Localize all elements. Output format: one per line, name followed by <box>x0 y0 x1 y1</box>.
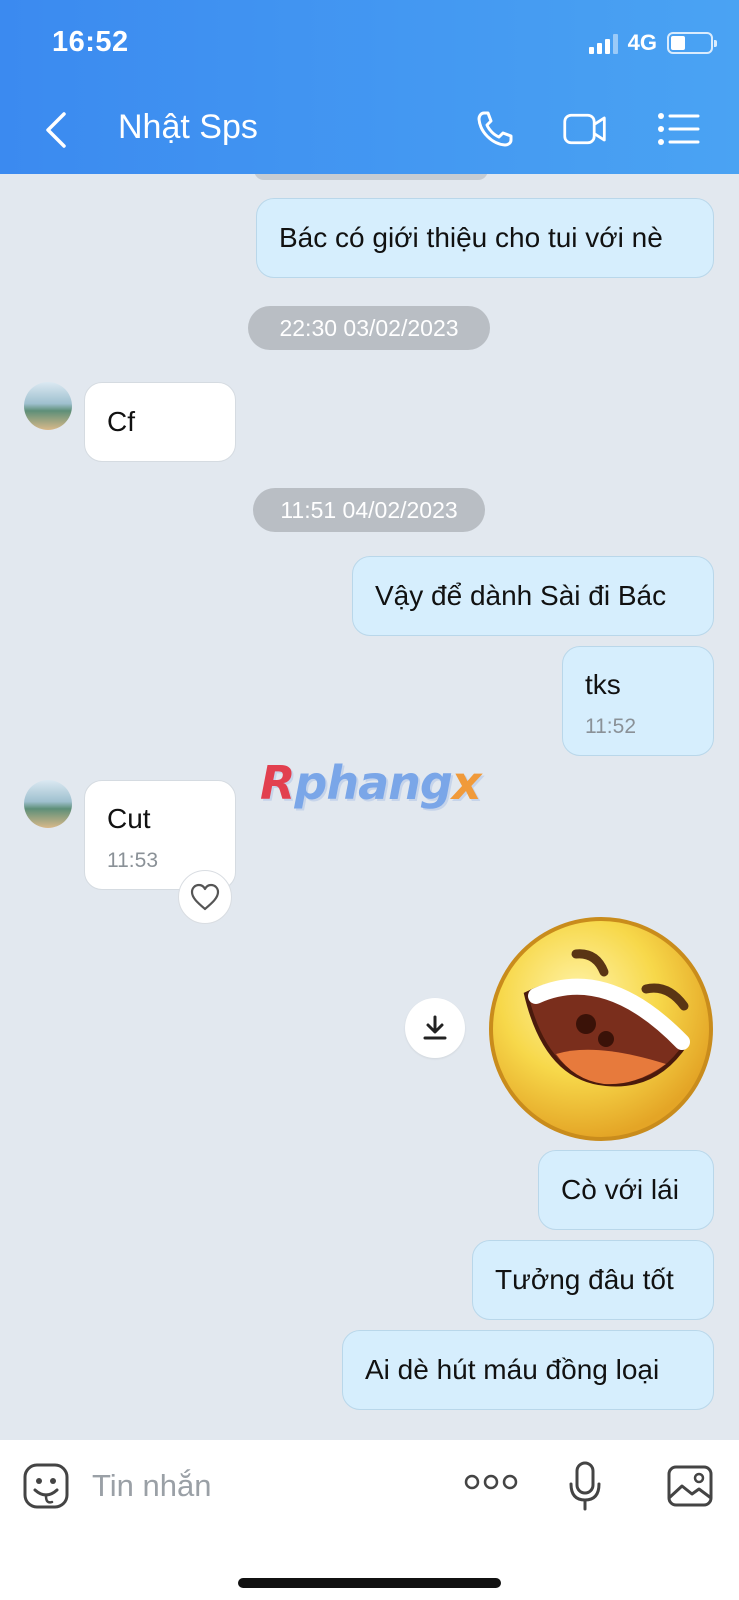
image-icon[interactable] <box>666 1464 714 1508</box>
home-indicator[interactable] <box>238 1578 501 1588</box>
avatar[interactable] <box>24 780 72 828</box>
message-list[interactable]: Bác có giới thiệu cho tui với nè 22:30 0… <box>0 174 739 1440</box>
chat-title[interactable]: Nhật Sps <box>118 108 258 147</box>
message-bubble[interactable]: Bác có giới thiệu cho tui với nè <box>256 198 714 278</box>
message-bubble[interactable]: tks 11:52 <box>562 646 714 756</box>
message-text: Vậy để dành Sài đi Bác <box>375 580 667 611</box>
message-input[interactable] <box>92 1464 432 1508</box>
message-bubble[interactable]: Cò với lái <box>538 1150 714 1230</box>
timestamp-pill-partial <box>254 174 488 180</box>
message-bubble[interactable]: Ai dè hút máu đồng loại <box>342 1330 714 1410</box>
back-button[interactable] <box>40 110 76 150</box>
heart-icon <box>190 883 220 911</box>
message-text: Ai dè hút máu đồng loại <box>365 1354 660 1385</box>
timestamp-pill: 11:51 04/02/2023 <box>253 488 485 532</box>
message-time: 11:52 <box>585 715 636 738</box>
message-bubble[interactable]: Cf <box>84 382 236 462</box>
message-text: Cut <box>107 803 151 834</box>
status-time: 16:52 <box>52 26 129 58</box>
status-indicators: 4G <box>588 30 717 56</box>
message-text: Bác có giới thiệu cho tui với nè <box>279 222 663 253</box>
message-text: tks <box>585 669 621 700</box>
battery-icon <box>667 32 717 54</box>
microphone-icon[interactable] <box>568 1460 602 1512</box>
react-heart-button[interactable] <box>178 870 232 924</box>
signal-icon <box>588 32 618 54</box>
message-time: 11:53 <box>107 849 158 872</box>
avatar[interactable] <box>24 382 72 430</box>
video-camera-icon[interactable] <box>562 108 608 150</box>
chat-header: 16:52 4G Nhật Sps <box>0 0 739 174</box>
message-text: Cf <box>107 406 135 437</box>
message-text: Tưởng đâu tốt <box>495 1264 674 1295</box>
message-text: Cò với lái <box>561 1174 679 1205</box>
network-type: 4G <box>627 30 657 55</box>
list-menu-icon[interactable] <box>656 108 702 150</box>
laughing-face-sticker[interactable] <box>486 914 716 1144</box>
message-bubble[interactable]: Tưởng đâu tốt <box>472 1240 714 1320</box>
download-icon <box>423 1015 447 1040</box>
message-bubble[interactable]: Vậy để dành Sài đi Bác <box>352 556 714 636</box>
watermark-logo: Rphangx <box>260 756 481 810</box>
message-composer <box>0 1440 739 1600</box>
timestamp-pill: 22:30 03/02/2023 <box>248 306 490 350</box>
download-button[interactable] <box>405 998 465 1058</box>
phone-icon[interactable] <box>474 108 520 150</box>
more-icon[interactable] <box>464 1470 518 1494</box>
emoji-icon[interactable] <box>22 1462 70 1510</box>
